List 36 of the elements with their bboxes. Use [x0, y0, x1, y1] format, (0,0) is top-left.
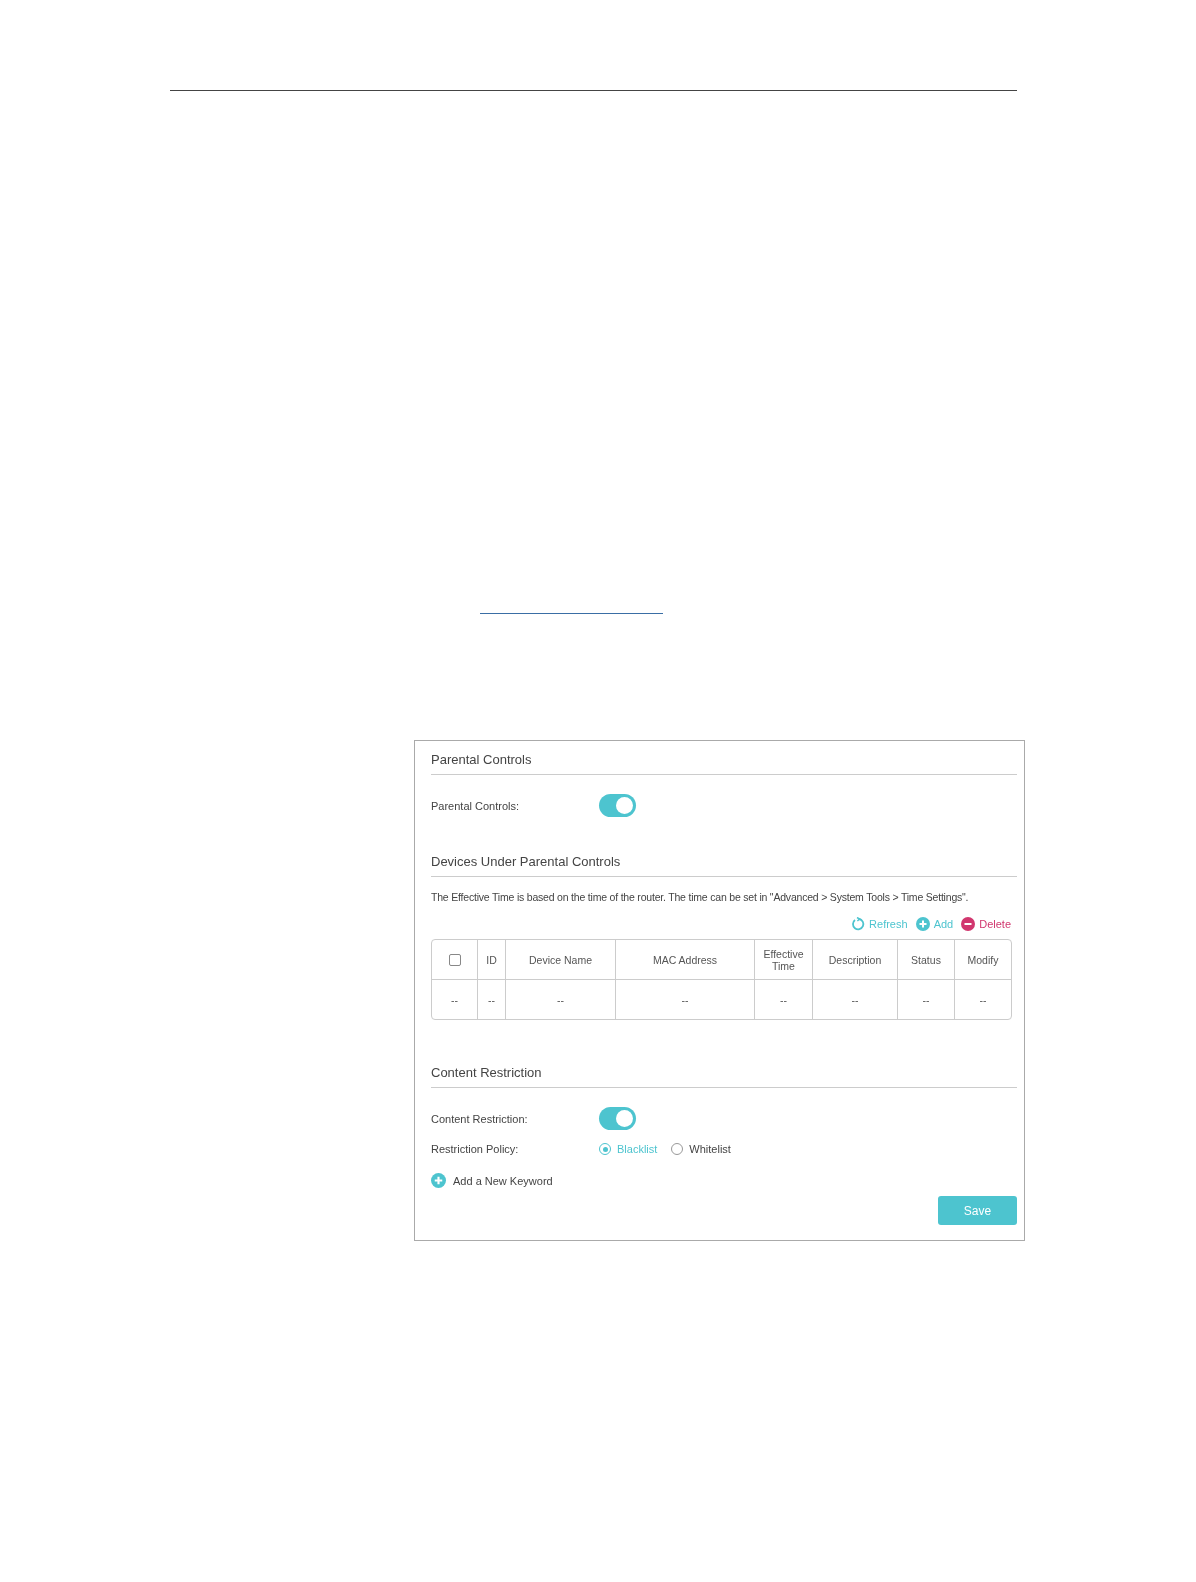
field-label: Parental Controls:	[431, 799, 521, 812]
table-cell: --	[979, 993, 987, 1006]
table-cell: --	[780, 993, 787, 1006]
save-button[interactable]: Save	[938, 1196, 1017, 1225]
delete-button[interactable]: Delete	[961, 917, 1011, 931]
table-cell: --	[681, 993, 689, 1006]
column-header: MAC Address	[652, 953, 718, 966]
section-title: Parental Controls	[431, 749, 1017, 775]
column-header: Device Name	[529, 953, 592, 966]
add-button[interactable]: Add	[915, 917, 954, 931]
table-cell: --	[851, 993, 859, 1006]
note-text: The Effective Time is based on the time of the router. The time can be set in "Advanced > System Tools > Time Settings".	[431, 891, 970, 903]
plus-icon	[915, 917, 930, 931]
add-keyword-button[interactable]: Add a New Keyword	[431, 1173, 553, 1188]
toggle-switch[interactable]	[599, 1107, 636, 1130]
refresh-icon	[851, 917, 866, 931]
section-title: Devices Under Parental Controls	[431, 851, 1017, 877]
column-header: Modify	[967, 953, 999, 966]
radio-label[interactable]: Blacklist	[617, 1143, 658, 1155]
plus-icon	[431, 1173, 446, 1188]
table-cell: --	[488, 993, 495, 1006]
column-header: Status	[911, 953, 941, 966]
radio-label[interactable]: Whitelist	[689, 1143, 731, 1155]
column-header: Effective Time	[763, 947, 804, 972]
checkbox[interactable]	[448, 954, 461, 967]
field-label: Restriction Policy:	[431, 1143, 520, 1155]
column-header: ID	[486, 953, 497, 966]
field-label: Content Restriction:	[431, 1112, 529, 1125]
column-header: Description	[828, 953, 882, 966]
toggle-switch[interactable]	[599, 794, 636, 817]
refresh-button[interactable]: Refresh	[851, 917, 908, 931]
table-cell: --	[451, 993, 458, 1006]
section-title: Content Restriction	[431, 1062, 1017, 1088]
minus-icon	[961, 917, 976, 931]
table-cell: --	[557, 993, 564, 1006]
table-cell: --	[922, 993, 930, 1006]
